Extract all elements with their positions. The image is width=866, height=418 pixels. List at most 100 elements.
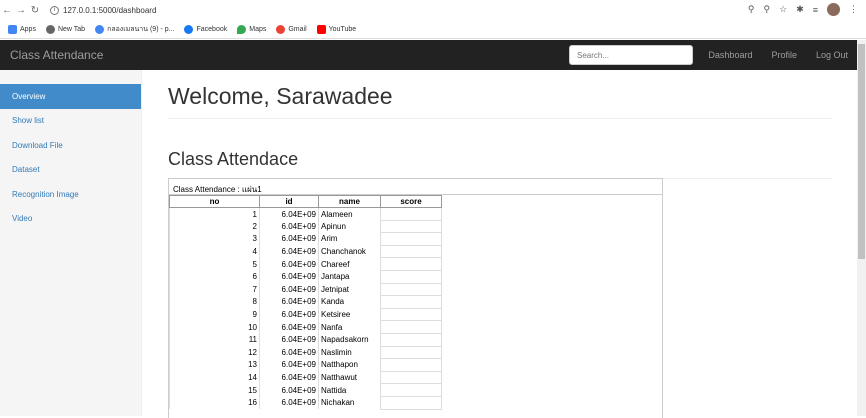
table-cell: 6.04E+09 bbox=[259, 207, 319, 221]
table-row: 1 6.04E+09 Alameen bbox=[169, 207, 442, 221]
table-cell: Arim bbox=[318, 232, 381, 246]
zoom-icon[interactable]: ⚲ bbox=[764, 4, 771, 15]
sidebar-item-video[interactable]: Video bbox=[0, 207, 141, 232]
sidebar-item-dataset[interactable]: Dataset bbox=[0, 158, 141, 183]
nav-dashboard[interactable]: Dashboard bbox=[708, 50, 752, 60]
table-row: 9 6.04E+09 Ketsiree bbox=[169, 308, 442, 322]
scrollbar-thumb[interactable] bbox=[858, 44, 865, 259]
table-row: 8 6.04E+09 Kanda bbox=[169, 295, 442, 309]
bookmark-facebook[interactable]: Facebook bbox=[184, 24, 227, 34]
column-header: id bbox=[259, 195, 319, 208]
address-bar[interactable]: i 127.0.0.1:5000/dashboard bbox=[50, 5, 156, 15]
table-cell bbox=[380, 333, 442, 347]
table-cell: 6.04E+09 bbox=[259, 371, 319, 384]
table-row: 14 6.04E+09 Natthawut bbox=[169, 371, 442, 385]
table-cell: Ketsiree bbox=[318, 308, 381, 321]
avatar[interactable] bbox=[827, 3, 840, 16]
table-cell: 11 bbox=[169, 333, 260, 347]
table-cell: 6.04E+09 bbox=[259, 333, 319, 347]
facebook-icon bbox=[184, 24, 194, 34]
sidebar-item-download-file[interactable]: Download File bbox=[0, 133, 141, 158]
google-icon bbox=[276, 24, 286, 34]
table-row: 12 6.04E+09 Naslimin bbox=[169, 346, 442, 360]
bookmark-youtube[interactable]: YouTube bbox=[316, 24, 356, 34]
table-cell: Kanda bbox=[318, 295, 381, 309]
top-navbar: Class Attendance Dashboard Profile Log O… bbox=[0, 40, 857, 70]
table-cell: 9 bbox=[169, 308, 260, 321]
table-body: 1 6.04E+09 Alameen 2 6.04E+09 Apinun 3 6.04E+09… bbox=[169, 207, 442, 410]
extensions-icon[interactable]: ✱ bbox=[796, 4, 804, 15]
bookmarks-bar: Apps New Tab กลองเมลนาน (9) - p... Faceb… bbox=[0, 20, 866, 39]
bookmark-maps[interactable]: Maps bbox=[237, 24, 266, 34]
sidebar-item-show-list[interactable]: Show list bbox=[0, 109, 141, 134]
table-cell: Naslimin bbox=[318, 346, 381, 359]
table-cell: Nichakan bbox=[318, 396, 381, 409]
table-cell: 4 bbox=[169, 245, 260, 258]
bookmark-gmail[interactable]: Gmail bbox=[276, 24, 307, 34]
url-text[interactable]: 127.0.0.1:5000/dashboard bbox=[63, 6, 156, 15]
browser-actions: ⚲ ⚲ ☆ ✱ ≡ ⋮ bbox=[748, 3, 858, 16]
bookmark-apps[interactable]: Apps bbox=[8, 24, 36, 34]
table-cell: 7 bbox=[169, 283, 260, 296]
section-title: Class Attendace bbox=[168, 149, 832, 179]
brand[interactable]: Class Attendance bbox=[10, 48, 103, 62]
back-icon[interactable]: ← bbox=[0, 5, 14, 16]
table-cell bbox=[380, 371, 442, 385]
bookmark-gmail-inbox[interactable]: กลองเมลนาน (9) - p... bbox=[95, 24, 174, 35]
attendance-sheet: Class Attendance : แผ่น1 no id name scor… bbox=[168, 178, 663, 418]
table-cell: 6.04E+09 bbox=[259, 283, 319, 296]
table-cell: Natthawut bbox=[318, 371, 381, 384]
globe-icon bbox=[45, 24, 55, 34]
table-cell: 6.04E+09 bbox=[259, 232, 319, 246]
table-cell: Jantapa bbox=[318, 270, 381, 284]
table-cell: Jetnipat bbox=[318, 283, 381, 296]
info-icon[interactable]: i bbox=[50, 5, 59, 15]
table-row: 15 6.04E+09 Nattida bbox=[169, 383, 442, 397]
table-row: 4 6.04E+09 Chanchanok bbox=[169, 245, 442, 259]
forward-icon[interactable]: → bbox=[14, 5, 28, 16]
page-scrollbar[interactable] bbox=[857, 40, 866, 416]
table-row: 7 6.04E+09 Jetnipat bbox=[169, 283, 442, 297]
bookmark-new-tab[interactable]: New Tab bbox=[45, 24, 85, 34]
table-row: 3 6.04E+09 Arim bbox=[169, 232, 442, 246]
table-row: 6 6.04E+09 Jantapa bbox=[169, 270, 442, 284]
nav-links: Dashboard Profile Log Out bbox=[708, 40, 857, 70]
reload-icon[interactable]: ↻ bbox=[28, 5, 42, 16]
table-cell: 16 bbox=[169, 396, 260, 409]
apps-icon bbox=[8, 24, 17, 34]
table-cell: 6.04E+09 bbox=[259, 383, 319, 397]
table-cell: 6.04E+09 bbox=[259, 245, 319, 258]
table-cell: 6.04E+09 bbox=[259, 320, 319, 334]
key-icon[interactable]: ⚲ bbox=[748, 4, 755, 15]
column-header: score bbox=[380, 195, 442, 208]
table-cell: 1 bbox=[169, 207, 260, 221]
search-input[interactable] bbox=[569, 45, 693, 65]
page-title: Welcome, Sarawadee bbox=[168, 83, 832, 119]
table-cell: 8 bbox=[169, 295, 260, 309]
table-cell bbox=[380, 232, 442, 246]
table-cell bbox=[380, 270, 442, 284]
table-cell: 6.04E+09 bbox=[259, 358, 319, 372]
nav-logout[interactable]: Log Out bbox=[816, 50, 848, 60]
media-icon[interactable]: ≡ bbox=[813, 5, 818, 15]
sidebar-item-recognition-image[interactable]: Recognition Image bbox=[0, 182, 141, 207]
sidebar-item-overview[interactable]: Overview bbox=[0, 84, 141, 109]
browser-toolbar: ← → ↻ i 127.0.0.1:5000/dashboard ⚲ ⚲ ☆ ✱… bbox=[0, 0, 866, 20]
menu-icon[interactable]: ⋮ bbox=[849, 4, 858, 15]
table-row: 11 6.04E+09 Napadsakorn bbox=[169, 333, 442, 347]
table-cell: Chareef bbox=[318, 257, 381, 271]
table-cell: Nanfa bbox=[318, 320, 381, 334]
table-row: 13 6.04E+09 Natthapon bbox=[169, 358, 442, 372]
table-row: 2 6.04E+09 Apinun bbox=[169, 220, 442, 234]
nav-profile[interactable]: Profile bbox=[771, 50, 797, 60]
table-cell: 12 bbox=[169, 346, 260, 359]
table-cell bbox=[380, 257, 442, 271]
star-icon[interactable]: ☆ bbox=[779, 4, 787, 15]
main-content: Welcome, Sarawadee Class Attendace Class… bbox=[168, 70, 832, 418]
table-cell: 6 bbox=[169, 270, 260, 284]
table-header-row: no id name score bbox=[169, 195, 442, 208]
table-cell: 6.04E+09 bbox=[259, 220, 319, 233]
table-cell bbox=[380, 220, 442, 234]
table-cell bbox=[380, 346, 442, 360]
table-cell: 6.04E+09 bbox=[259, 257, 319, 271]
